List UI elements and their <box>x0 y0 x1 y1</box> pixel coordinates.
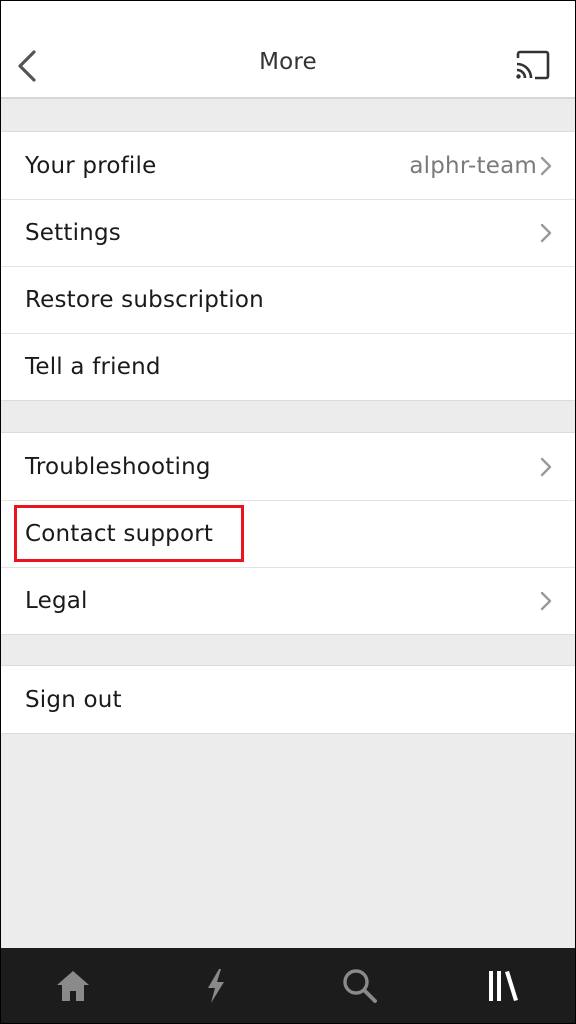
settings-group-support: Troubleshooting Contact support Legal <box>1 432 575 635</box>
row-sign-out[interactable]: Sign out <box>1 666 575 733</box>
row-tell-a-friend[interactable]: Tell a friend <box>1 333 575 400</box>
row-label: Tell a friend <box>25 354 161 380</box>
tab-home[interactable] <box>1 948 145 1023</box>
library-icon <box>489 970 519 1001</box>
row-troubleshooting[interactable]: Troubleshooting <box>1 433 575 500</box>
search-icon <box>343 968 377 1003</box>
row-label: Sign out <box>25 686 122 713</box>
row-label: Legal <box>25 588 88 614</box>
row-settings[interactable]: Settings <box>1 199 575 266</box>
top-navigation-bar: More <box>1 1 575 99</box>
settings-group-session: Sign out <box>1 665 575 734</box>
row-your-profile[interactable]: Your profile alphr-team <box>1 132 575 199</box>
more-screen: More Your profile alphr-team Settings Re… <box>0 0 576 1024</box>
row-label: Troubleshooting <box>25 453 211 480</box>
tab-featured[interactable] <box>145 948 289 1023</box>
home-icon <box>56 970 89 1001</box>
cast-button[interactable] <box>511 45 555 85</box>
cast-icon <box>516 50 550 80</box>
tab-library[interactable] <box>432 948 576 1023</box>
tab-search[interactable] <box>288 948 432 1023</box>
chevron-right-icon <box>539 156 553 176</box>
chevron-right-icon <box>539 591 553 611</box>
row-legal[interactable]: Legal <box>1 567 575 634</box>
settings-group-account: Your profile alphr-team Settings Restore… <box>1 131 575 401</box>
row-contact-support[interactable]: Contact support <box>1 500 575 567</box>
row-label: Contact support <box>25 521 214 547</box>
row-label: Restore subscription <box>25 287 264 313</box>
bottom-tab-bar <box>1 948 575 1023</box>
chevron-right-icon <box>539 223 553 243</box>
row-restore-subscription[interactable]: Restore subscription <box>1 266 575 333</box>
chevron-right-icon <box>539 457 553 477</box>
page-title: More <box>259 49 317 75</box>
row-label: Settings <box>25 220 121 246</box>
profile-username: alphr-team <box>409 152 537 179</box>
lightning-icon <box>208 968 225 1003</box>
row-label: Your profile <box>25 152 157 179</box>
